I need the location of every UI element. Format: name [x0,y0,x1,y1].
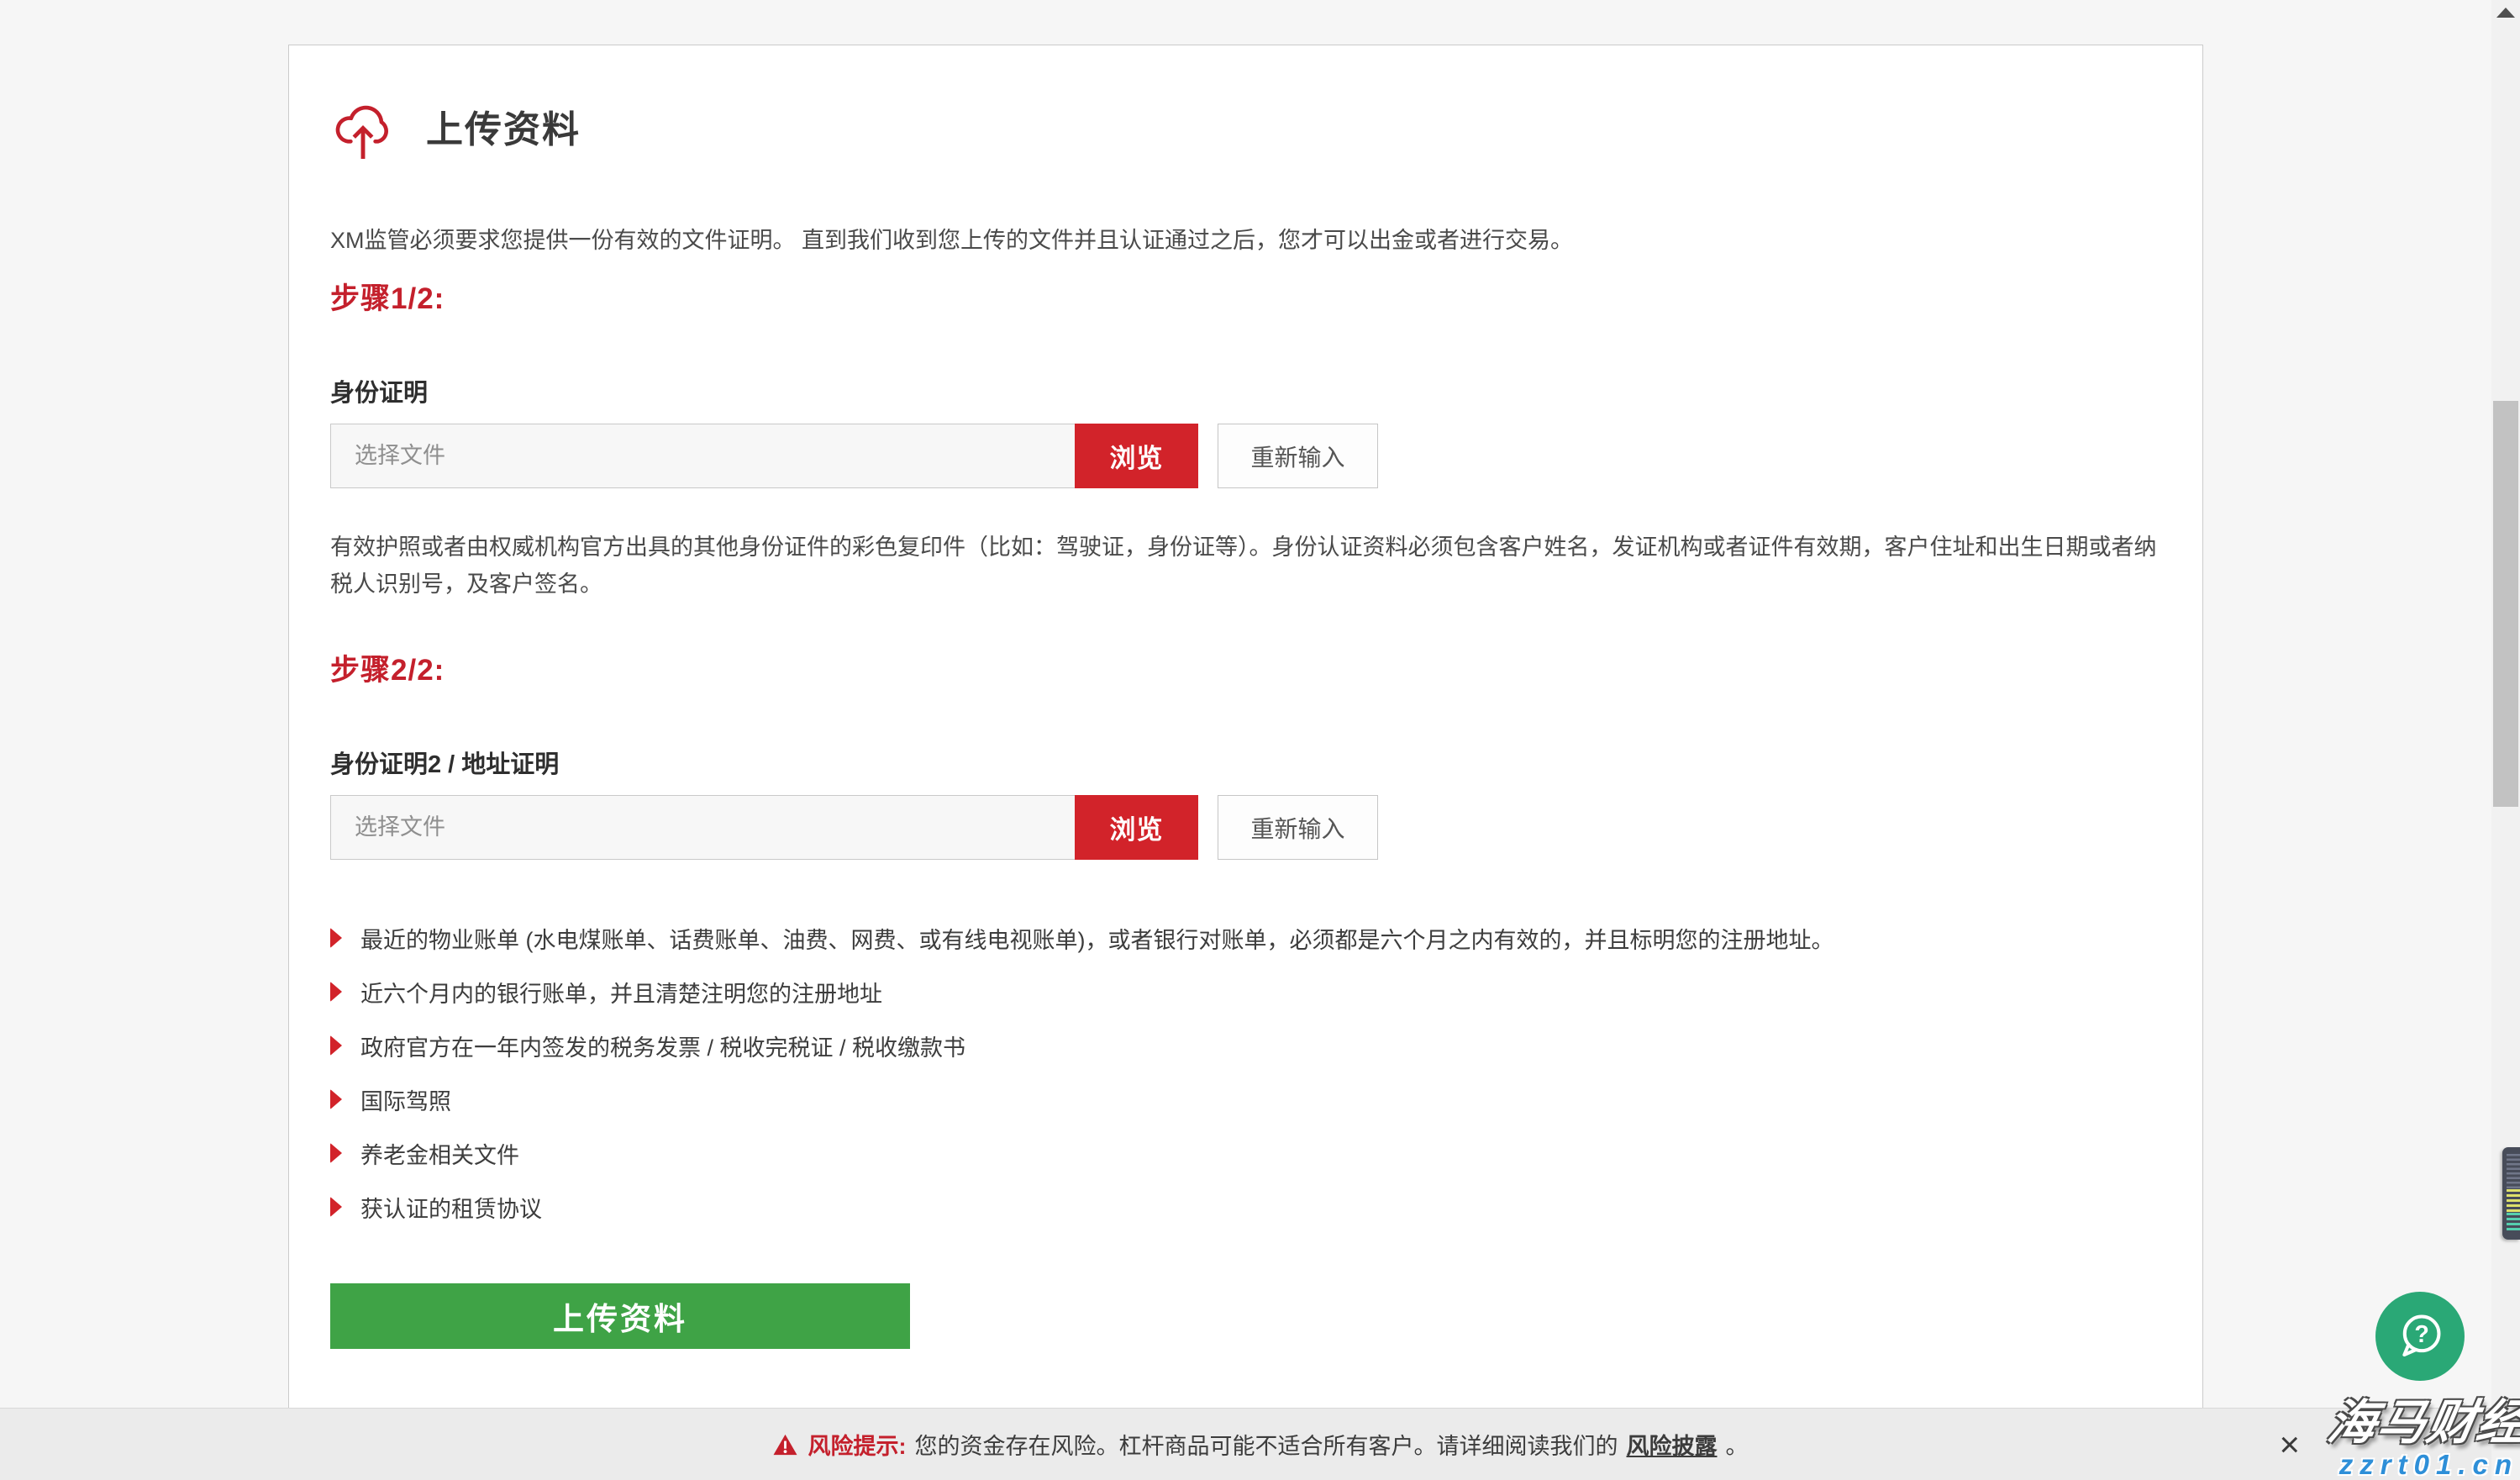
cloud-upload-icon [330,89,396,163]
triangle-bullet-icon [330,982,342,1002]
risk-label: 风险提示: [808,1428,907,1461]
id-proof-description: 有效护照或者由权威机构官方出具的其他身份证件的彩色复印件（比如：驾驶证，身份证等… [330,529,2161,603]
risk-footer-bar: 风险提示: 您的资金存在风险。杠杆商品可能不适合所有客户。请详细阅读我们的风险披… [0,1408,2520,1480]
triangle-bullet-icon [330,1197,342,1217]
scrollbar-thumb[interactable] [2493,401,2518,807]
list-item: 近六个月内的银行账单，并且清楚注明您的注册地址 [330,977,2161,1006]
scroll-up-arrow-icon[interactable] [2496,8,2515,18]
triangle-bullet-icon [330,1035,342,1056]
triangle-bullet-icon [330,1089,342,1109]
reset-button-identity[interactable]: 重新输入 [1218,424,1378,488]
file-row-address: 浏览 重新输入 [330,795,2161,860]
browse-button-identity[interactable]: 浏览 [1075,424,1198,488]
file-row-identity: 浏览 重新输入 [330,424,2161,488]
address-proof-list: 最近的物业账单 (水电煤账单、话费账单、油费、网费、或有线电视账单)，或者银行对… [330,924,2161,1221]
list-item-text: 最近的物业账单 (水电煤账单、话费账单、油费、网费、或有线电视账单)，或者银行对… [360,922,1833,955]
id-proof-label: 身份证明 [330,373,2161,408]
list-item: 国际驾照 [330,1085,2161,1114]
list-item-text: 政府官方在一年内签发的税务发票 / 税收完税证 / 税收缴款书 [360,1030,965,1062]
list-item: 养老金相关文件 [330,1139,2161,1167]
triangle-bullet-icon [330,928,342,948]
risk-disclosure-link[interactable]: 风险披露 [1627,1428,1718,1461]
scrollbar[interactable] [2491,0,2520,1480]
close-icon[interactable]: × [2279,1427,2300,1462]
page-title: 上传资料 [426,99,581,153]
list-item: 最近的物业账单 (水电煤账单、话费账单、油费、网费、或有线电视账单)，或者银行对… [330,924,2161,952]
warning-triangle-icon [772,1433,798,1456]
intro-text: XM监管必须要求您提供一份有效的文件证明。 直到我们收到您上传的文件并且认证通过… [330,222,2161,255]
question-bubble-icon: ? [2390,1306,2450,1367]
widget-teal-bars [2507,1213,2520,1233]
list-item-text: 获认证的租赁协议 [360,1191,542,1224]
svg-text:?: ? [2414,1321,2428,1348]
triangle-bullet-icon [330,1143,342,1163]
risk-text: 您的资金存在风险。杠杆商品可能不适合所有客户。请详细阅读我们的 [915,1428,1618,1461]
file-input-identity[interactable] [330,424,1075,488]
widget-gray-bars [2507,1154,2520,1189]
list-item: 获认证的租赁协议 [330,1193,2161,1221]
risk-footer-content: 风险提示: 您的资金存在风险。杠杆商品可能不适合所有客户。请详细阅读我们的风险披… [0,1409,2520,1480]
file-input-address[interactable] [330,795,1075,860]
step-2-heading: 步骤2/2: [330,646,2161,689]
address-proof-label: 身份证明2 / 地址证明 [330,745,2161,780]
reset-button-address[interactable]: 重新输入 [1218,795,1378,860]
list-item-text: 养老金相关文件 [360,1137,519,1170]
list-item-text: 近六个月内的银行账单，并且清楚注明您的注册地址 [360,976,882,1009]
list-item-text: 国际驾照 [360,1083,451,1116]
widget-yellow-bars [2507,1189,2520,1213]
upload-card: 上传资料 XM监管必须要求您提供一份有效的文件证明。 直到我们收到您上传的文件并… [288,45,2203,1408]
browse-button-address[interactable]: 浏览 [1075,795,1198,860]
right-edge-widget[interactable] [2502,1147,2520,1240]
upload-submit-button[interactable]: 上传资料 [330,1283,910,1349]
list-item: 政府官方在一年内签发的税务发票 / 税收完税证 / 税收缴款书 [330,1031,2161,1060]
title-row: 上传资料 [330,89,2161,163]
help-chat-button[interactable]: ? [2375,1292,2465,1381]
risk-text-suffix: 。 [1726,1428,1749,1461]
step-1-heading: 步骤1/2: [330,275,2161,318]
